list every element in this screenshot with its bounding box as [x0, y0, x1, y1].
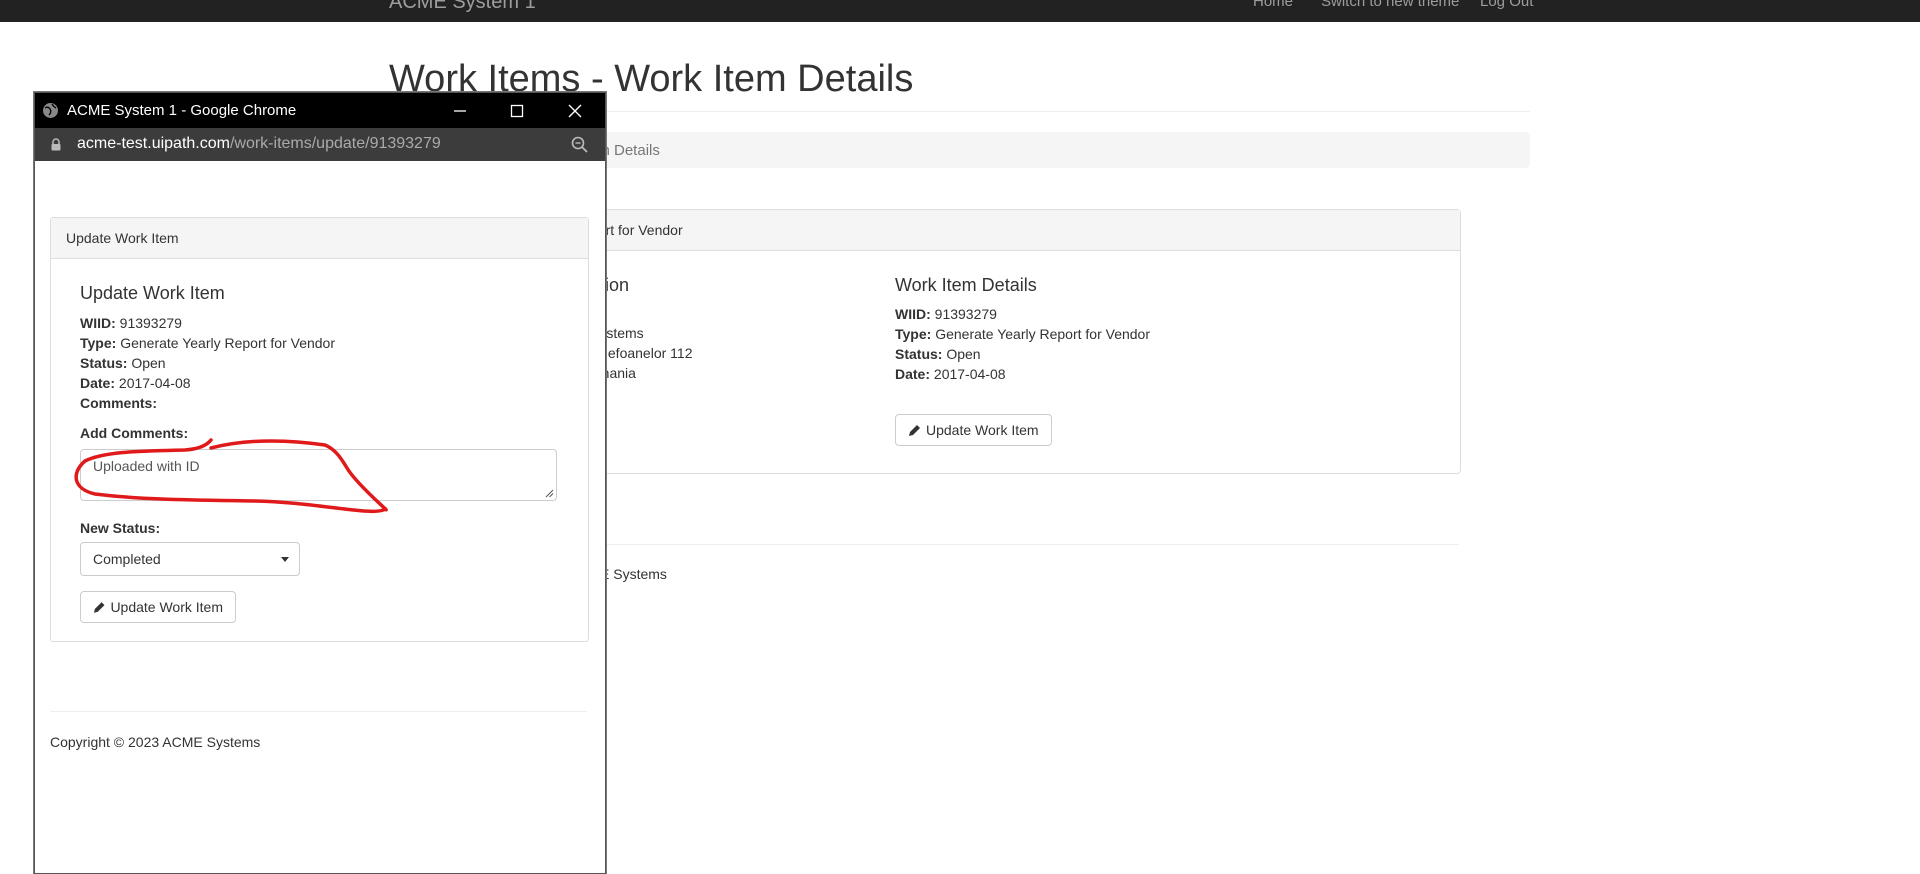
- nav-home-link[interactable]: Home: [1253, 0, 1293, 10]
- detail-status: Status: Open: [895, 346, 981, 362]
- update-work-item-title: Update Work Item: [80, 283, 225, 303]
- zoom-out-icon[interactable]: [571, 136, 589, 154]
- new-status-select[interactable]: Completed: [80, 542, 300, 576]
- url-text[interactable]: acme-test.uipath.com/work-items/update/9…: [77, 135, 441, 153]
- update-work-item-submit-button[interactable]: Update Work Item: [80, 591, 236, 623]
- minimize-icon: [454, 109, 466, 112]
- window-title: ACME System 1 - Google Chrome: [67, 102, 297, 119]
- brand-link[interactable]: ACME System 1: [389, 0, 536, 14]
- detail-wiid: WIID: 91393279: [895, 306, 997, 322]
- new-status-label: New Status:: [80, 520, 161, 536]
- nav-logout-link[interactable]: Log Out: [1480, 0, 1533, 10]
- update-work-item-button[interactable]: Update Work Item: [895, 414, 1052, 446]
- close-button[interactable]: [547, 93, 603, 128]
- maximize-button[interactable]: [489, 93, 545, 128]
- card-heading: Update Work Item: [51, 218, 588, 259]
- resize-grip-icon[interactable]: [545, 489, 554, 498]
- pencil-icon: [909, 424, 920, 436]
- add-comments-value: Uploaded with ID: [93, 458, 200, 474]
- wiid-line: WIID: 91393279: [80, 315, 182, 331]
- caret-down-icon: [281, 557, 289, 562]
- pencil-icon: [93, 601, 105, 613]
- date-line: Date: 2017-04-08: [80, 375, 191, 391]
- new-status-value: Completed: [93, 551, 161, 567]
- close-icon: [568, 104, 582, 117]
- maximize-icon: [510, 104, 524, 117]
- minimize-button[interactable]: [432, 93, 488, 128]
- add-comments-textarea[interactable]: Uploaded with ID: [80, 449, 557, 501]
- nav-switch-theme-link[interactable]: Switch to new theme: [1321, 0, 1459, 10]
- window-titlebar[interactable]: ACME System 1 - Google Chrome: [35, 93, 605, 128]
- comments-line: Comments:: [80, 395, 158, 411]
- address-bar[interactable]: acme-test.uipath.com/work-items/update/9…: [35, 128, 605, 161]
- type-line: Type: Generate Yearly Report for Vendor: [80, 335, 336, 351]
- lock-icon: [51, 138, 61, 151]
- popup-footer: Copyright © 2023 ACME Systems: [50, 734, 261, 750]
- popup-footer-divider: [50, 711, 587, 712]
- add-comments-label: Add Comments:: [80, 425, 189, 441]
- top-navbar: ACME System 1 Home Switch to new theme L…: [0, 0, 1920, 22]
- chrome-popup-window: ACME System 1 - Google Chrome acme-test.…: [34, 92, 606, 874]
- page-footer: E Systems: [600, 566, 667, 582]
- detail-type: Type: Generate Yearly Report for Vendor: [895, 326, 1151, 342]
- card-heading-text: Update Work Item: [66, 230, 179, 246]
- work-item-details-title: Work Item Details: [895, 275, 1037, 295]
- globe-icon: [43, 103, 58, 118]
- status-line: Status: Open: [80, 355, 166, 371]
- detail-date: Date: 2017-04-08: [895, 366, 1006, 382]
